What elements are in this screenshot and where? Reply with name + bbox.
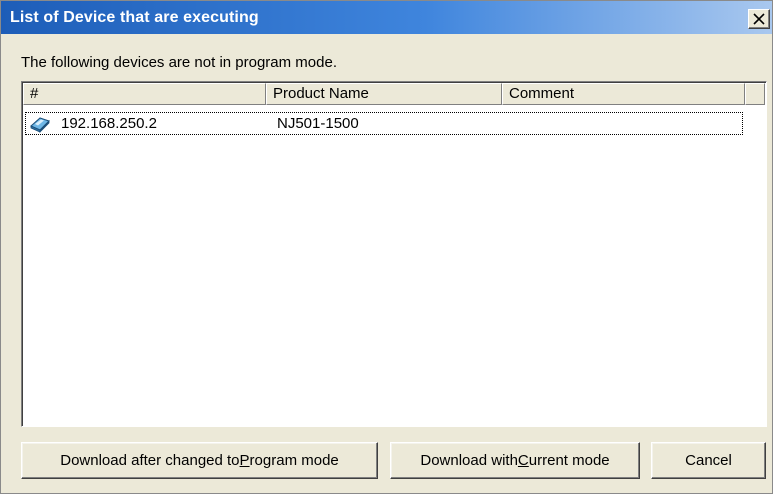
column-header-product-name[interactable]: Product Name <box>266 83 502 105</box>
device-product-name: NJ501-1500 <box>277 115 359 132</box>
cancel-button[interactable]: Cancel <box>651 442 766 479</box>
button-mnemonic: C <box>517 452 529 469</box>
download-current-mode-button[interactable]: Download with Current mode <box>390 442 640 479</box>
dialog-title: List of Device that are executing <box>10 9 259 26</box>
close-button[interactable] <box>748 9 770 29</box>
button-label: rogram mode <box>249 452 339 469</box>
column-header-filler <box>745 83 765 105</box>
device-address: 192.168.250.2 <box>61 115 157 132</box>
controller-device-icon <box>30 117 50 133</box>
button-mnemonic: P <box>239 452 250 469</box>
button-label: Download after changed to <box>60 452 240 469</box>
button-label: urrent mode <box>528 452 610 469</box>
title-bar[interactable]: List of Device that are executing <box>1 1 772 34</box>
device-list[interactable]: # Product Name Comment 192.168.250.2 NJ5… <box>21 81 767 427</box>
download-program-mode-button[interactable]: Download after changed to Program mode <box>21 442 378 479</box>
info-message: The following devices are not in program… <box>21 54 337 71</box>
column-header-comment[interactable]: Comment <box>502 83 745 105</box>
list-item[interactable]: 192.168.250.2 NJ501-1500 <box>25 112 743 135</box>
close-icon <box>753 13 765 25</box>
button-label: Download with <box>420 452 518 469</box>
device-list-dialog: List of Device that are executing The fo… <box>0 0 773 494</box>
list-header: # Product Name Comment <box>23 83 765 105</box>
column-header-number[interactable]: # <box>23 83 266 105</box>
